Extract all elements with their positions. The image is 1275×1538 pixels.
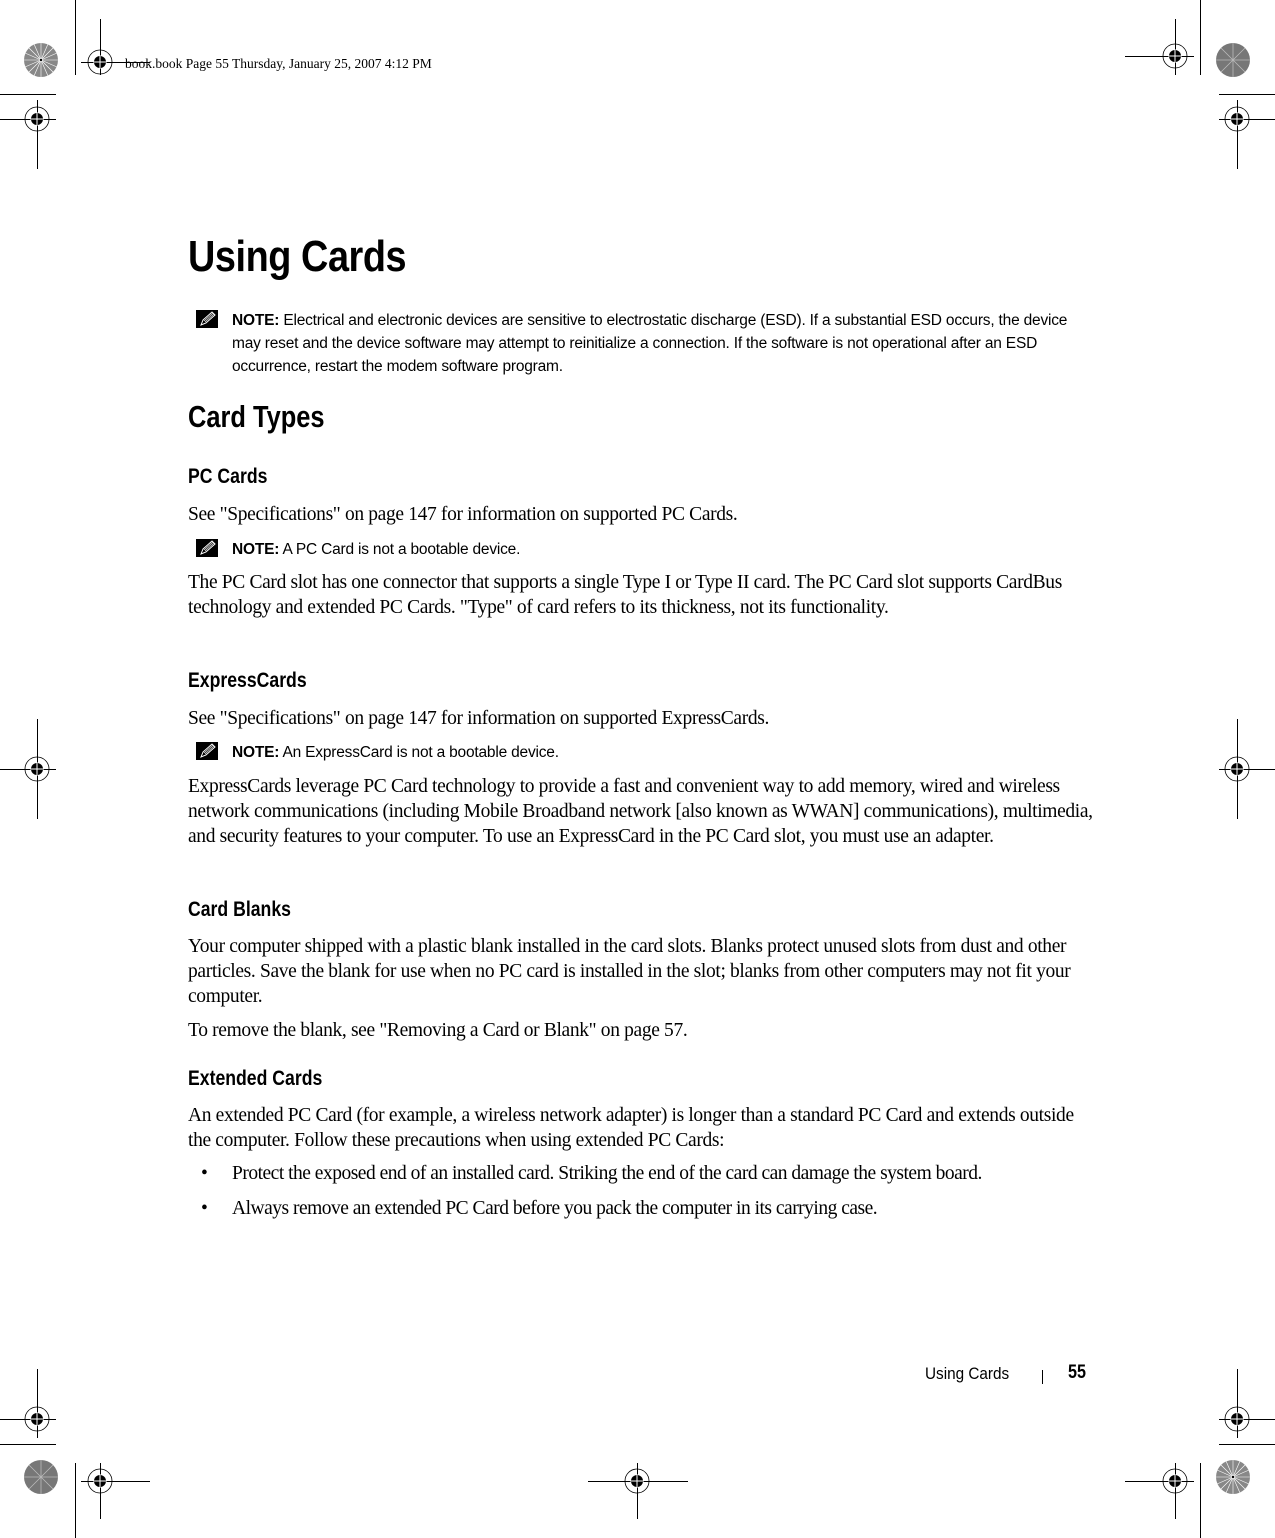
- registration-mark-icon: [23, 1405, 51, 1433]
- expresscards-spec-reference: See "Specifications" on page 147 for inf…: [188, 708, 770, 729]
- registration-mark-icon: [1161, 42, 1189, 70]
- note-body: A PC Card is not a bootable device.: [282, 541, 521, 558]
- subsection-heading-extended-cards: Extended Cards: [188, 1067, 323, 1090]
- registration-mark-icon: [23, 755, 51, 783]
- starburst-mark-icon: [23, 42, 59, 78]
- bullet-icon: •: [201, 1163, 208, 1184]
- starburst-mark-icon: [1215, 42, 1251, 78]
- note-pencil-icon: [196, 310, 218, 328]
- extended-cards-precautions-list: • Protect the exposed end of an installed…: [188, 1161, 1108, 1231]
- registration-mark-icon: [23, 105, 51, 133]
- note-label: NOTE:: [232, 744, 280, 761]
- note-pencil-icon: [196, 539, 218, 557]
- crop-mark: [1219, 94, 1275, 95]
- registration-mark-icon: [1223, 755, 1251, 783]
- registration-mark-icon: [86, 48, 114, 76]
- expresscards-paragraph: ExpressCards leverage PC Card technology…: [188, 776, 1093, 847]
- pc-cards-spec-reference: See "Specifications" on page 147 for inf…: [188, 504, 738, 525]
- page-title: Using Cards: [188, 232, 407, 281]
- crop-mark: [75, 0, 76, 75]
- note-body: An ExpressCard is not a bootable device.: [282, 744, 559, 761]
- print-slug-line: book.book Page 55 Thursday, January 25, …: [125, 56, 432, 71]
- note-label: NOTE:: [232, 312, 280, 329]
- subsection-heading-pc-cards: PC Cards: [188, 465, 268, 488]
- crop-mark: [1200, 0, 1201, 75]
- section-heading-card-types: Card Types: [188, 399, 325, 434]
- starburst-mark-icon: [23, 1459, 59, 1495]
- note-text: NOTE: Electrical and electronic devices …: [232, 309, 1092, 378]
- note-text: NOTE: A PC Card is not a bootable device…: [232, 538, 1092, 561]
- registration-mark-icon: [1223, 105, 1251, 133]
- note-body: Electrical and electronic devices are se…: [232, 312, 1068, 375]
- list-item-text: Always remove an extended PC Card before…: [232, 1198, 878, 1219]
- card-blanks-paragraph: Your computer shipped with a plastic bla…: [188, 936, 1071, 1007]
- note-pc-card: NOTE: A PC Card is not a bootable device…: [196, 538, 1092, 561]
- note-expresscard: NOTE: An ExpressCard is not a bootable d…: [196, 741, 1092, 764]
- note-text: NOTE: An ExpressCard is not a bootable d…: [232, 741, 1092, 764]
- registration-mark-icon: [86, 1467, 114, 1495]
- list-item-text: Protect the exposed end of an installed …: [232, 1163, 982, 1184]
- crop-mark: [75, 1463, 76, 1538]
- note-esd: NOTE: Electrical and electronic devices …: [196, 309, 1092, 378]
- subsection-heading-card-blanks: Card Blanks: [188, 898, 291, 921]
- starburst-mark-icon: [1215, 1459, 1251, 1495]
- crop-mark: [0, 94, 56, 95]
- footer-separator: [1042, 1370, 1043, 1384]
- registration-mark-icon: [1223, 1405, 1251, 1433]
- crop-mark: [1200, 1463, 1201, 1538]
- bullet-icon: •: [201, 1198, 208, 1219]
- note-label: NOTE:: [232, 541, 280, 558]
- footer-chapter-title: Using Cards: [925, 1364, 1010, 1383]
- registration-mark-icon: [1161, 1467, 1189, 1495]
- list-item: • Protect the exposed end of an installed…: [188, 1161, 1108, 1196]
- card-blanks-remove-reference: To remove the blank, see "Removing a Car…: [188, 1020, 688, 1041]
- note-pencil-icon: [196, 742, 218, 760]
- list-item: • Always remove an extended PC Card befor…: [188, 1196, 1108, 1231]
- footer-page-number: 55: [1068, 1362, 1086, 1383]
- crop-mark: [0, 1444, 56, 1445]
- extended-cards-paragraph: An extended PC Card (for example, a wire…: [188, 1105, 1074, 1151]
- subsection-heading-expresscards: ExpressCards: [188, 669, 307, 692]
- registration-mark-icon: [623, 1467, 651, 1495]
- pc-cards-paragraph: The PC Card slot has one connector that …: [188, 572, 1062, 618]
- crop-mark: [1219, 1444, 1275, 1445]
